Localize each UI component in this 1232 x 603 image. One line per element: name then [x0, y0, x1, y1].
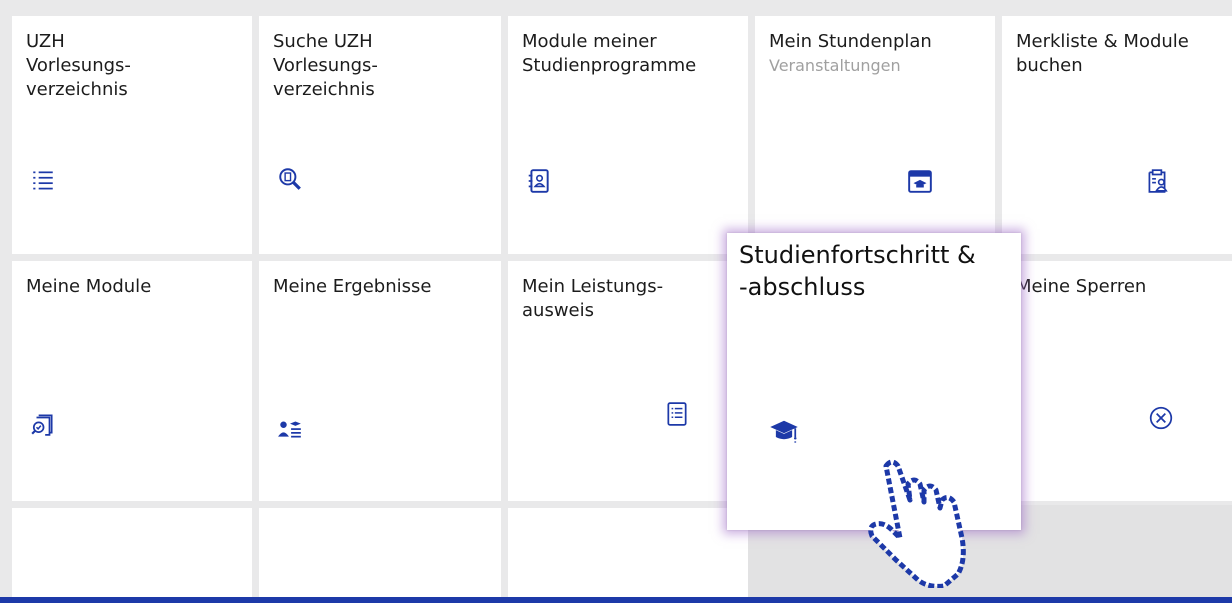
- address-book-icon: [524, 166, 554, 196]
- cancel-circle-icon: [1146, 403, 1176, 433]
- tile-meine-sperren[interactable]: Meine Sperren: [1002, 261, 1232, 501]
- tile-title: Meine Sperren: [1016, 276, 1147, 297]
- tile-subtitle: Veranstaltungen: [769, 56, 901, 75]
- tile-title: Meine Ergebnisse: [273, 276, 432, 297]
- student-results-icon: [275, 413, 305, 443]
- tile-title: Merkliste & Module buchen: [1016, 31, 1189, 76]
- document-list-icon: [662, 399, 692, 429]
- tile-mein-stundenplan[interactable]: Mein Stundenplan Veranstaltungen: [755, 16, 995, 254]
- tile-module-meiner-studienprogramme[interactable]: Module meiner Studienprogramme: [508, 16, 748, 254]
- tile-meine-module[interactable]: Meine Module: [12, 261, 252, 501]
- search-document-icon: [275, 164, 305, 194]
- calendar-graduation-icon: [905, 166, 935, 196]
- tile-title: Module meiner Studienprogramme: [522, 31, 697, 76]
- tile-uzh-vorlesungsverzeichnis[interactable]: UZH Vorlesungs-verzeichnis: [12, 16, 252, 254]
- tile-empty: [12, 508, 252, 597]
- pointing-hand-cursor-icon: [862, 448, 992, 589]
- list-icon: [28, 166, 58, 196]
- tile-suche-uzh-vorlesungsverzeichnis[interactable]: Suche UZH Vorlesungs-verzeichnis: [259, 16, 501, 254]
- tile-title: Mein Stundenplan: [769, 31, 932, 52]
- tile-meine-ergebnisse[interactable]: Meine Ergebnisse: [259, 261, 501, 501]
- clipboard-person-icon: [1142, 166, 1172, 196]
- modules-search-icon: [28, 409, 58, 439]
- graduation-cap-icon: [767, 415, 801, 449]
- tile-empty: [259, 508, 501, 597]
- tile-title: UZH Vorlesungs-verzeichnis: [26, 31, 131, 100]
- tile-title: Studienfortschritt & -abschluss: [739, 241, 976, 301]
- tile-empty: [508, 508, 748, 597]
- tile-title: Meine Module: [26, 276, 152, 297]
- tile-title: Suche UZH Vorlesungs-verzeichnis: [273, 31, 378, 100]
- tile-merkliste-module-buchen[interactable]: Merkliste & Module buchen: [1002, 16, 1232, 254]
- bottom-accent-bar: [0, 597, 1232, 603]
- tile-title: Mein Leistungs-ausweis: [522, 276, 664, 321]
- tile-mein-leistungsausweis[interactable]: Mein Leistungs-ausweis: [508, 261, 748, 501]
